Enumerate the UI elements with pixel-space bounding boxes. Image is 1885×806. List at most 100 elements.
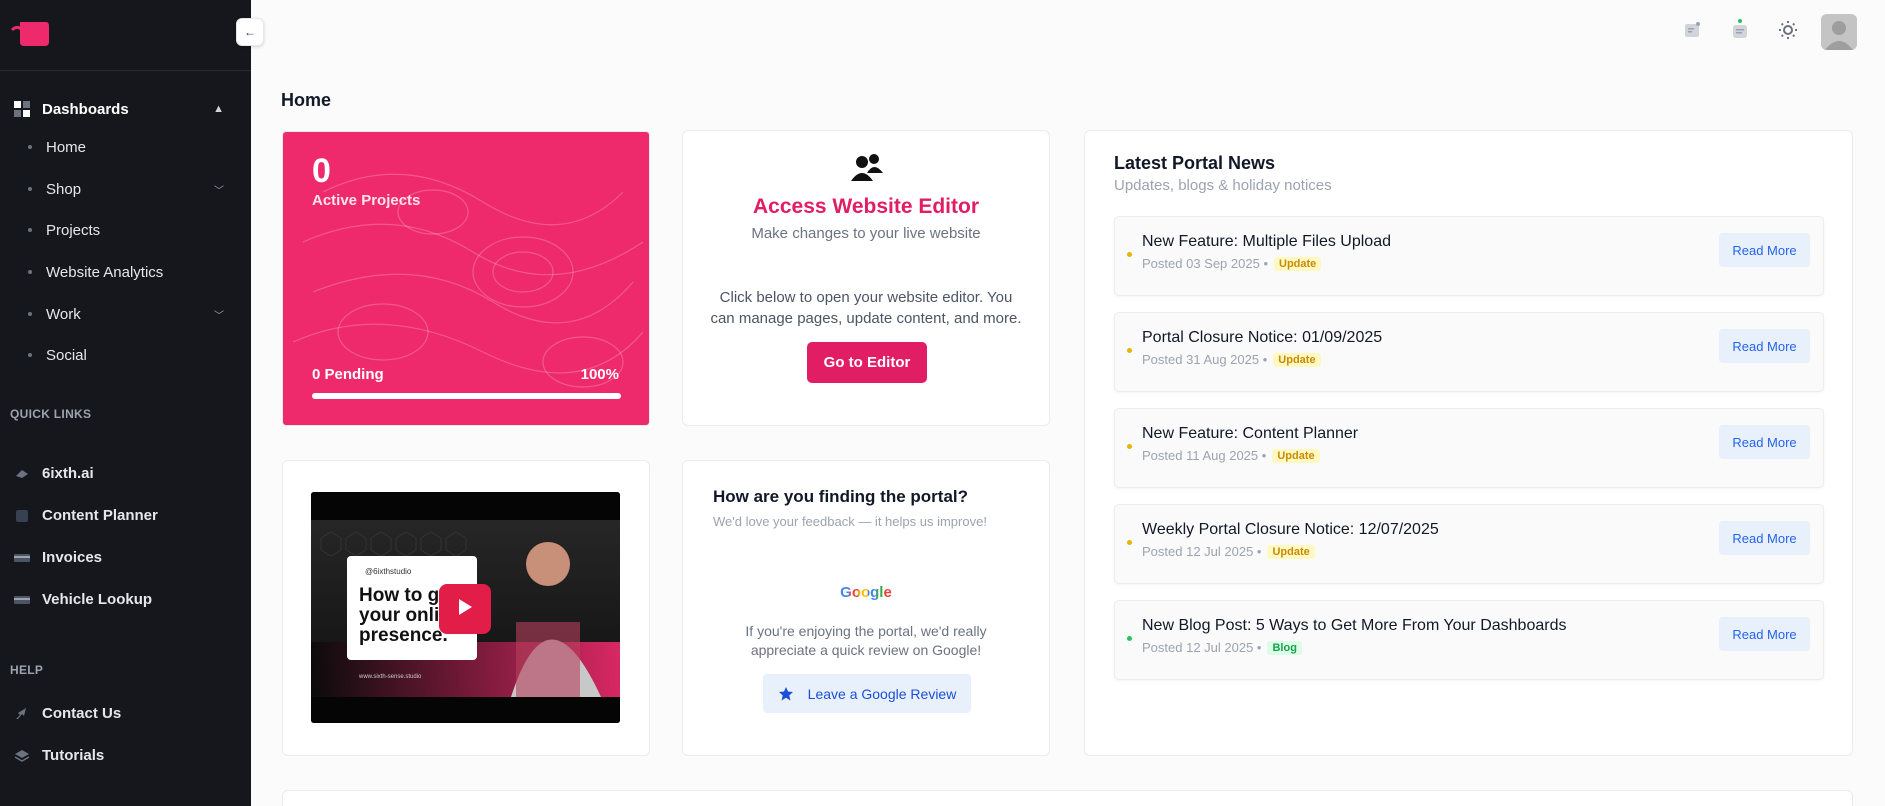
status-dot: [1127, 636, 1132, 641]
status-dot: [1127, 444, 1132, 449]
active-projects-card: 0 Active Projects 0 Pending 100%: [282, 131, 650, 426]
active-projects-count: 0: [312, 152, 331, 190]
sidebar-item-home[interactable]: Home: [28, 136, 224, 158]
news-item-meta: Posted 12 Jul 2025 • Update: [1142, 544, 1315, 559]
quick-link-label: Content Planner: [42, 506, 158, 524]
messages-button[interactable]: [1725, 17, 1755, 47]
news-item: New Blog Post: 5 Ways to Get More From Y…: [1114, 600, 1824, 680]
sidebar: Dashboards ▲ Home Shop ﹀ Projects Websit…: [0, 0, 251, 806]
dashboards-icon: [14, 101, 30, 117]
sidebar-item-label: Shop: [46, 180, 82, 198]
latest-news-card: Latest Portal News Updates, blogs & holi…: [1084, 130, 1853, 756]
leave-google-review-button[interactable]: Leave a Google Review: [763, 674, 971, 713]
status-dot: [1127, 540, 1132, 545]
news-item: Portal Closure Notice: 01/09/2025 Posted…: [1114, 312, 1824, 392]
feedback-subtitle: We'd love your feedback — it helps us im…: [713, 514, 987, 529]
active-projects-label: Active Projects: [312, 192, 421, 209]
news-item-tag: Update: [1272, 448, 1320, 463]
sidebar-item-label: Website Analytics: [46, 263, 164, 281]
chat-icon: [1731, 18, 1749, 46]
read-more-button[interactable]: Read More: [1719, 329, 1810, 363]
inbox-icon: [1683, 21, 1701, 44]
website-editor-card: Access Website Editor Make changes to yo…: [682, 130, 1050, 426]
editor-title: Access Website Editor: [752, 195, 980, 218]
news-item-meta: Posted 31 Aug 2025 • Update: [1142, 352, 1321, 367]
sidebar-divider: [0, 70, 251, 71]
sidebar-item-work[interactable]: Work ﹀: [28, 303, 224, 325]
news-item: New Feature: Content Planner Posted 11 A…: [1114, 408, 1824, 488]
help-link-tutorials[interactable]: Tutorials: [14, 744, 224, 766]
news-item-title: Weekly Portal Closure Notice: 12/07/2025: [1142, 521, 1439, 538]
news-item: New Feature: Multiple Files Upload Poste…: [1114, 216, 1824, 296]
theme-toggle-button[interactable]: [1773, 17, 1803, 47]
news-item-title: New Feature: Content Planner: [1142, 425, 1359, 442]
brand-logo[interactable]: [10, 20, 50, 48]
quick-link-label: Invoices: [42, 548, 103, 566]
sun-icon: [1778, 20, 1798, 45]
news-item-meta: Posted 03 Sep 2025 • Update: [1142, 256, 1322, 271]
chevron-down-icon: ﹀: [214, 185, 224, 197]
play-icon: [457, 598, 473, 621]
news-title: Latest Portal News: [1114, 153, 1276, 173]
dashboards-label: Dashboards: [42, 100, 129, 118]
sidebar-item-social[interactable]: Social: [28, 344, 224, 366]
news-item-tag: Update: [1267, 544, 1315, 559]
status-dot: [1127, 252, 1132, 257]
google-reviews-logo: Google: [840, 584, 892, 601]
avatar[interactable]: [1821, 14, 1857, 50]
news-subtitle: Updates, blogs & holiday notices: [1114, 177, 1332, 194]
quick-link-label: Vehicle Lookup: [42, 590, 153, 608]
quick-link-content-planner[interactable]: Content Planner: [14, 504, 224, 526]
help-link-contact-us[interactable]: Contact Us: [14, 702, 224, 724]
news-item-meta: Posted 12 Jul 2025 • Blog: [1142, 640, 1302, 655]
sidebar-item-projects[interactable]: Projects: [28, 219, 224, 241]
chevron-down-icon: ﹀: [214, 310, 224, 322]
play-button[interactable]: [439, 584, 491, 634]
bullet-dot: [28, 353, 32, 357]
read-more-button[interactable]: Read More: [1719, 233, 1810, 267]
quick-link-6ixth-ai[interactable]: 6ixth.ai: [14, 462, 224, 484]
rocket-icon: [14, 707, 30, 719]
news-item: Weekly Portal Closure Notice: 12/07/2025…: [1114, 504, 1824, 584]
progress-bar: [312, 393, 621, 399]
chevron-up-icon: ▲: [213, 103, 224, 115]
news-item-meta: Posted 11 Aug 2025 • Update: [1142, 448, 1320, 463]
video-url: www.sixth-sense.studio: [358, 674, 422, 680]
go-to-editor-button[interactable]: Go to Editor: [807, 342, 927, 383]
news-item-title: New Feature: Multiple Files Upload: [1142, 233, 1391, 250]
leave-review-label: Leave a Google Review: [807, 685, 957, 702]
status-dot: [1127, 348, 1132, 353]
ai-icon: [14, 467, 30, 479]
quick-link-vehicle-lookup[interactable]: Vehicle Lookup: [14, 588, 224, 610]
planner-icon: [14, 509, 30, 522]
quick-link-invoices[interactable]: Invoices: [14, 546, 224, 568]
feedback-title: How are you finding the portal?: [713, 487, 968, 506]
bottom-card: [282, 790, 1853, 806]
sidebar-item-shop[interactable]: Shop ﹀: [28, 178, 224, 200]
video-card: www.sixth-sense.studio @6ixthstudio How …: [282, 460, 650, 756]
news-item-tag: Update: [1274, 256, 1322, 271]
users-icon: [851, 153, 883, 188]
news-item-title: Portal Closure Notice: 01/09/2025: [1142, 329, 1383, 346]
read-more-button[interactable]: Read More: [1719, 617, 1810, 651]
collapse-sidebar-button[interactable]: ←: [236, 18, 264, 46]
help-heading: HELP: [10, 663, 44, 677]
read-more-button[interactable]: Read More: [1719, 521, 1810, 555]
sidebar-item-label: Social: [46, 346, 87, 364]
video-headline: How to g your onli presence.: [359, 585, 448, 646]
sidebar-dashboards-toggle[interactable]: Dashboards ▲: [14, 98, 224, 120]
editor-description: Click below to open your website editor.…: [710, 289, 1022, 327]
notifications-button[interactable]: [1677, 17, 1707, 47]
bullet-dot: [28, 270, 32, 274]
video-player[interactable]: www.sixth-sense.studio @6ixthstudio How …: [311, 492, 620, 723]
help-link-label: Contact Us: [42, 704, 122, 722]
news-item-date: Posted 12 Jul 2025: [1142, 640, 1254, 655]
news-item-date: Posted 03 Sep 2025: [1142, 256, 1260, 271]
page-title: Home: [281, 90, 332, 110]
quick-links-heading: QUICK LINKS: [10, 407, 92, 421]
news-item-tag: Blog: [1267, 640, 1302, 655]
sidebar-item-website-analytics[interactable]: Website Analytics: [28, 261, 224, 283]
bullet-dot: [28, 228, 32, 232]
read-more-button[interactable]: Read More: [1719, 425, 1810, 459]
news-item-tag: Update: [1273, 352, 1321, 367]
